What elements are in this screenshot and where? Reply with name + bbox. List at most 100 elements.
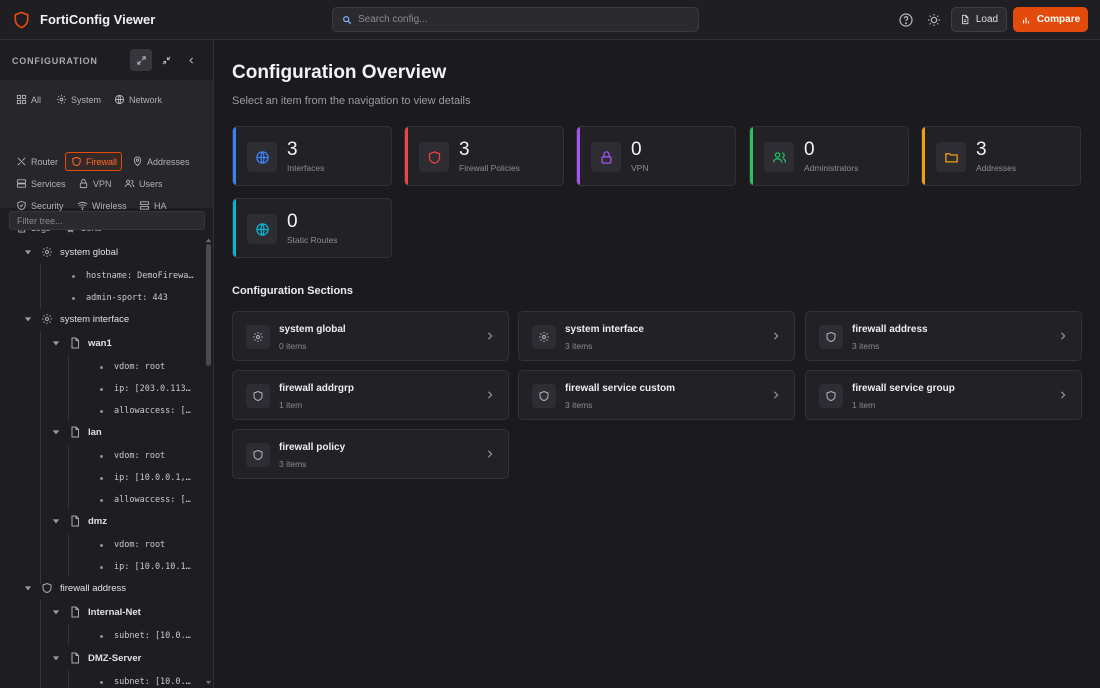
- section-card-firewall-policy[interactable]: firewall policy 3 items: [232, 429, 509, 479]
- tree-leaf[interactable]: allowaccess: […: [100, 491, 191, 509]
- tree-node-dmz-server[interactable]: DMZ-Server: [52, 649, 141, 667]
- shield-icon: [539, 390, 549, 402]
- filter-chip-users[interactable]: Users: [119, 174, 168, 193]
- tree-leaf[interactable]: vdom: root: [100, 358, 165, 376]
- stat-icon-box: [591, 142, 621, 172]
- tree-node-system-global[interactable]: system global: [24, 243, 118, 261]
- compare-button[interactable]: Compare: [1013, 7, 1088, 32]
- stat-icon-box: [247, 142, 277, 172]
- tree-node-dmz[interactable]: dmz: [52, 512, 107, 530]
- help-icon[interactable]: [898, 12, 914, 28]
- section-card-firewall-addrgrp[interactable]: firewall addrgrp 1 item: [232, 370, 509, 420]
- tree-leaf-label: allowaccess: […: [114, 406, 191, 416]
- tree-leaf[interactable]: vdom: root: [100, 447, 165, 465]
- tree-leaf[interactable]: subnet: [10.0.…: [100, 673, 191, 688]
- theme-toggle-sun-icon[interactable]: [926, 12, 942, 28]
- stat-card-vpn[interactable]: 0 VPN: [576, 126, 736, 186]
- tree-guide: [40, 600, 41, 688]
- tree-leaf[interactable]: allowaccess: […: [100, 402, 191, 420]
- expand-all-button[interactable]: [130, 49, 152, 71]
- section-card-system-global[interactable]: system global 0 items: [232, 311, 509, 361]
- tree-guide: [40, 264, 41, 308]
- tree-filter-box[interactable]: [9, 211, 205, 230]
- bullet-dot: [100, 543, 103, 547]
- filter-chip-label: System: [71, 94, 102, 105]
- caret-down-icon[interactable]: [24, 315, 32, 323]
- caret-down-icon[interactable]: [52, 517, 60, 525]
- filter-chip-router[interactable]: Router: [11, 152, 63, 171]
- accent-bar: [233, 199, 236, 257]
- collapse-icon: [161, 55, 171, 65]
- filter-chip-system[interactable]: System: [51, 90, 106, 109]
- caret-down-icon[interactable]: [24, 248, 32, 256]
- filter-chip-firewall[interactable]: Firewall: [65, 152, 122, 171]
- filter-chip-label: All: [31, 94, 42, 105]
- stat-icon-box: [764, 142, 794, 172]
- tree-node-internal-net[interactable]: Internal-Net: [52, 603, 141, 621]
- load-button[interactable]: Load: [951, 7, 1007, 32]
- tree-leaf[interactable]: admin-sport: 443: [72, 289, 168, 307]
- tree-leaf[interactable]: ip: [10.0.0.1,…: [100, 469, 191, 487]
- tree-guide: [68, 670, 69, 688]
- tree-node-system-interface[interactable]: system interface: [24, 310, 129, 328]
- section-card-firewall-service-custom[interactable]: firewall service custom 3 items: [518, 370, 795, 420]
- filter-chip-addresses[interactable]: Addresses: [127, 152, 195, 171]
- bullet-dot: [100, 565, 103, 569]
- stat-card-administrators[interactable]: 0 Administrators: [749, 126, 909, 186]
- filter-chip-services[interactable]: Services: [11, 174, 71, 193]
- stat-value: 0: [804, 139, 815, 160]
- tree-node-lan[interactable]: lan: [52, 423, 102, 441]
- bar-chart-icon: [1022, 17, 1029, 23]
- tree-leaf[interactable]: ip: [203.0.113…: [100, 380, 191, 398]
- stat-label: VPN: [631, 163, 649, 173]
- scroll-up-icon[interactable]: [205, 237, 212, 243]
- accent-bar: [750, 127, 753, 185]
- stat-label: Interfaces: [287, 163, 325, 173]
- filter-chip-network[interactable]: Network: [109, 90, 167, 109]
- tree-node-firewall-address[interactable]: firewall address: [24, 579, 126, 597]
- tree-scrollbar[interactable]: [204, 236, 213, 688]
- scroll-down-icon[interactable]: [205, 680, 212, 686]
- shield-icon: [72, 156, 81, 167]
- tree-filter-input[interactable]: [17, 212, 197, 229]
- shield-icon: [428, 150, 440, 164]
- collapse-all-button[interactable]: [155, 49, 177, 71]
- filter-chip-label: Wireless: [92, 200, 127, 211]
- scroll-thumb[interactable]: [206, 244, 211, 366]
- caret-down-icon[interactable]: [52, 428, 60, 436]
- tree-leaf[interactable]: subnet: [10.0.…: [100, 627, 191, 645]
- caret-down-icon[interactable]: [52, 608, 60, 616]
- filter-chip-vpn[interactable]: VPN: [73, 174, 117, 193]
- search-box[interactable]: [332, 7, 699, 32]
- stat-card-static-routes[interactable]: 0 Static Routes: [232, 198, 392, 258]
- caret-down-icon[interactable]: [52, 654, 60, 662]
- tree-leaf[interactable]: vdom: root: [100, 536, 165, 554]
- bullet-dot: [100, 634, 103, 638]
- section-card-firewall-service-group[interactable]: firewall service group 1 item: [805, 370, 1082, 420]
- tree-node-label: system global: [60, 246, 119, 258]
- file-icon: [71, 426, 79, 438]
- bullet-dot: [100, 387, 103, 391]
- section-card-firewall-address[interactable]: firewall address 3 items: [805, 311, 1082, 361]
- collapse-sidebar-button[interactable]: [180, 49, 202, 71]
- tree-node-wan1[interactable]: wan1: [52, 334, 112, 352]
- globe-icon: [255, 222, 269, 236]
- tree-leaf-label: ip: [10.0.10.1…: [114, 562, 191, 572]
- search-input[interactable]: [358, 14, 688, 25]
- caret-down-icon[interactable]: [52, 339, 60, 347]
- section-card-system-interface[interactable]: system interface 3 items: [518, 311, 795, 361]
- accent-bar: [233, 127, 236, 185]
- gear-icon: [42, 247, 52, 257]
- accent-bar: [405, 127, 408, 185]
- stat-card-interfaces[interactable]: 3 Interfaces: [232, 126, 392, 186]
- filter-chip-all[interactable]: All: [11, 90, 46, 109]
- caret-down-icon[interactable]: [24, 584, 32, 592]
- stat-icon-box: [247, 214, 277, 244]
- wifi-icon: [77, 201, 88, 211]
- stat-card-addresses[interactable]: 3 Addresses: [921, 126, 1081, 186]
- chevron-right-icon: [487, 391, 493, 399]
- stat-label: Firewall Policies: [459, 163, 520, 173]
- tree-leaf[interactable]: hostname: DemoFirewa…: [72, 267, 193, 285]
- stat-card-firewall-policies[interactable]: 3 Firewall Policies: [404, 126, 564, 186]
- tree-leaf[interactable]: ip: [10.0.10.1…: [100, 558, 191, 576]
